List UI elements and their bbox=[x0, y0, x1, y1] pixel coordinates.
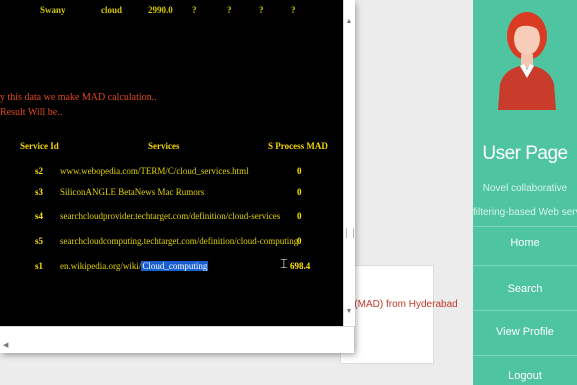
row-mad-value: 0 bbox=[297, 211, 302, 221]
top-row-user: Swany bbox=[40, 5, 66, 15]
vertical-scrollbar[interactable]: ▲ ▼ bbox=[343, 0, 355, 326]
row-service-url[interactable]: SiliconANGLE BetaNews Mac Rumors bbox=[60, 187, 204, 197]
nav-home-link[interactable]: Home bbox=[473, 237, 577, 249]
sidebar-divider bbox=[473, 310, 577, 311]
sidebar-divider bbox=[473, 265, 577, 266]
nav-search-link[interactable]: Search bbox=[473, 283, 577, 295]
row-service-id: s3 bbox=[35, 187, 44, 197]
row-service-url[interactable]: searchcloudprovider.techtarget.com/defin… bbox=[60, 211, 280, 221]
user-avatar-icon bbox=[498, 12, 556, 110]
sidebar-subtitle-line1: Novel collaborative bbox=[482, 183, 568, 194]
row-service-url-prefix: en.wikipedia.org/wiki/ bbox=[60, 261, 142, 271]
scroll-up-icon[interactable]: ▲ bbox=[345, 18, 353, 25]
row-mad-value: 0 bbox=[297, 166, 302, 176]
background-panel-text: n (MAD) from Hyderabad bbox=[346, 299, 458, 310]
scroll-down-icon[interactable]: ▼ bbox=[345, 308, 353, 315]
text-cursor-icon: ⌶ bbox=[280, 256, 288, 271]
header-mad: S Process MAD bbox=[268, 141, 328, 151]
user-sidebar: User Page Novel collaborative filtering-… bbox=[473, 0, 577, 385]
nav-view-profile-link[interactable]: View Profile bbox=[473, 326, 577, 338]
row-service-id: s2 bbox=[35, 166, 44, 176]
row-service-url[interactable]: www.webopedia.com/TERM/C/cloud_services.… bbox=[60, 166, 249, 176]
row-mad-value: 0 bbox=[297, 236, 302, 246]
result-console: Swany cloud 2990.0 ? ? ? ? y this data w… bbox=[0, 0, 343, 326]
top-row-cell: ? bbox=[192, 5, 197, 15]
sidebar-divider bbox=[473, 355, 577, 356]
top-row-value: 2990.0 bbox=[148, 5, 173, 15]
row-service-id: s1 bbox=[35, 261, 44, 271]
horizontal-scrollbar[interactable]: ◀ bbox=[0, 326, 354, 353]
row-mad-value: 0 bbox=[297, 187, 302, 197]
row-service-id: s4 bbox=[35, 211, 44, 221]
result-message: Result Will be.. bbox=[0, 107, 63, 118]
row-mad-value: 698.4 bbox=[290, 261, 311, 271]
scroll-left-icon[interactable]: ◀ bbox=[3, 341, 8, 349]
top-row-cell: ? bbox=[291, 5, 296, 15]
mad-message: y this data we make MAD calculation.. bbox=[0, 92, 157, 103]
top-row-cell: ? bbox=[227, 5, 232, 15]
scrollbar-grip-icon[interactable] bbox=[346, 228, 354, 238]
header-services: Services bbox=[148, 141, 180, 151]
sidebar-divider bbox=[473, 226, 577, 227]
header-service-id: Service Id bbox=[20, 141, 59, 151]
row-service-id: s5 bbox=[35, 236, 44, 246]
nav-logout-link[interactable]: Logout bbox=[473, 370, 577, 382]
result-popup-window: Swany cloud 2990.0 ? ? ? ? y this data w… bbox=[0, 0, 355, 353]
row-service-url[interactable]: searchcloudcomputing.techtarget.com/defi… bbox=[60, 236, 298, 246]
top-row-category: cloud bbox=[101, 5, 123, 15]
sidebar-subtitle-line2: filtering-based Web serv bbox=[473, 207, 577, 218]
user-page-title: User Page bbox=[482, 143, 568, 164]
row-service-url[interactable]: en.wikipedia.org/wiki/Cloud_computing bbox=[60, 261, 209, 271]
selected-text[interactable]: Cloud_computing bbox=[141, 261, 209, 271]
top-row-cell: ? bbox=[259, 5, 264, 15]
